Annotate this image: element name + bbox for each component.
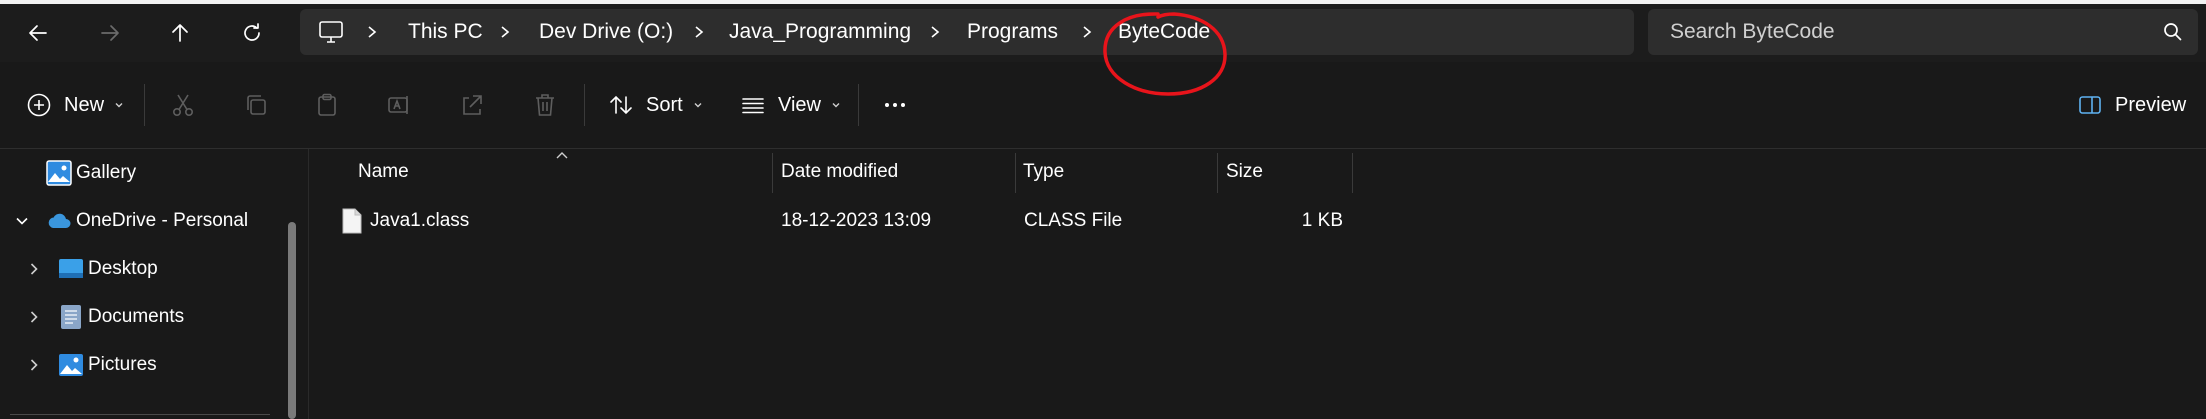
chevron-right-icon[interactable] [24, 259, 44, 279]
refresh-button[interactable] [224, 4, 280, 62]
preview-pane-icon [2079, 96, 2101, 114]
share-button[interactable] [459, 62, 485, 148]
column-header-name[interactable]: Name [358, 149, 768, 195]
rename-icon [388, 96, 408, 114]
view-button[interactable]: View [740, 62, 841, 148]
copy-icon [247, 95, 266, 115]
toolbar-divider [144, 84, 145, 126]
sidebar-item-label: Desktop [88, 258, 158, 279]
file-list: Name Date modified Type Size Java1.class… [310, 149, 2206, 419]
toolbar-divider [858, 84, 859, 126]
paste-button[interactable] [314, 62, 340, 148]
up-button[interactable] [152, 4, 208, 62]
chevron-right-icon[interactable] [928, 9, 942, 55]
chevron-right-icon[interactable] [24, 355, 44, 375]
sidebar-item-label: OneDrive - Personal [76, 210, 249, 231]
more-horizontal-icon [885, 103, 905, 107]
command-bar: New Sort View Preview [0, 62, 2206, 149]
column-header-type[interactable]: Type [1023, 149, 1213, 195]
sidebar-item-desktop[interactable]: Desktop [0, 247, 280, 291]
chevron-down-icon [694, 103, 702, 108]
breadcrumb-item-programs[interactable]: Programs [967, 9, 1058, 55]
preview-button[interactable]: Preview [2077, 62, 2186, 148]
toolbar-divider [584, 84, 585, 126]
file-type: CLASS File [1024, 210, 1123, 231]
navigation-pane: Gallery OneDrive - Personal Desktop Docu… [0, 149, 296, 419]
share-icon [463, 95, 482, 115]
sidebar-scrollbar[interactable] [288, 222, 296, 419]
table-row[interactable]: Java1.class 18-12-2023 13:09 CLASS File … [310, 201, 1640, 241]
chevron-right-icon[interactable] [365, 9, 379, 55]
pictures-folder-icon [59, 354, 83, 376]
view-button-label: View [778, 93, 821, 116]
sort-button-label: Sort [646, 93, 683, 116]
copy-button[interactable] [243, 62, 269, 148]
sidebar-divider [10, 414, 270, 415]
file-date-modified: 18-12-2023 13:09 [781, 210, 932, 231]
sidebar-item-label: Documents [88, 306, 185, 327]
search-input[interactable] [1648, 9, 2128, 55]
sidebar-item-gallery[interactable]: Gallery [0, 151, 280, 195]
search-box[interactable] [1648, 9, 2198, 55]
column-divider[interactable] [1352, 153, 1353, 193]
sidebar-item-label: Pictures [88, 354, 157, 375]
file-icon [342, 208, 362, 234]
back-button[interactable] [10, 4, 66, 62]
new-button-label: New [64, 93, 105, 116]
column-divider[interactable] [1217, 153, 1218, 193]
chevron-right-icon[interactable] [1080, 9, 1094, 55]
breadcrumb-item-java-programming[interactable]: Java_Programming [729, 9, 911, 55]
file-size: 1 KB [1301, 210, 1343, 231]
desktop-folder-icon [59, 259, 83, 278]
cloud-icon [48, 213, 71, 228]
sidebar-item-documents[interactable]: Documents [0, 295, 280, 339]
breadcrumb-root[interactable] [318, 9, 344, 55]
breadcrumb-item-this-pc[interactable]: This PC [408, 9, 483, 55]
gallery-icon [46, 160, 72, 186]
chevron-right-icon[interactable] [692, 9, 706, 55]
new-button[interactable]: New [26, 62, 124, 148]
view-lines-icon [742, 98, 764, 114]
address-bar-row: This PC Dev Drive (O:) Java_Programming … [0, 4, 2206, 62]
sort-button[interactable]: Sort [608, 62, 703, 148]
monitor-icon [319, 21, 343, 43]
preview-button-label: Preview [2115, 93, 2187, 116]
column-header-size[interactable]: Size [1226, 149, 1346, 195]
delete-button[interactable] [532, 62, 558, 148]
file-name: Java1.class [370, 210, 470, 231]
arrow-up-icon [172, 24, 188, 42]
cut-button[interactable] [170, 62, 196, 148]
trash-icon [536, 94, 554, 116]
chevron-down-icon [832, 103, 840, 108]
chevron-down-icon[interactable] [12, 211, 32, 231]
forward-button[interactable] [82, 4, 138, 62]
plus-circle-icon [27, 93, 51, 117]
chevron-right-icon[interactable] [498, 9, 512, 55]
address-bar[interactable]: This PC Dev Drive (O:) Java_Programming … [300, 9, 1634, 55]
clipboard-icon [318, 93, 336, 116]
refresh-icon [244, 23, 260, 41]
breadcrumb-item-bytecode[interactable]: ByteCode [1118, 9, 1210, 55]
sort-icon [610, 95, 632, 115]
column-divider[interactable] [1015, 153, 1016, 193]
breadcrumb-item-dev-drive[interactable]: Dev Drive (O:) [539, 9, 673, 55]
arrow-right-icon [101, 25, 119, 41]
sidebar-item-label: Gallery [76, 162, 137, 183]
column-header-date-modified[interactable]: Date modified [781, 149, 1011, 195]
rename-button[interactable] [386, 62, 412, 148]
more-options-button[interactable] [882, 62, 908, 148]
arrow-left-icon [29, 25, 47, 41]
scissors-icon [172, 94, 194, 116]
chevron-right-icon[interactable] [24, 307, 44, 327]
chevron-down-icon [115, 103, 123, 108]
sidebar-item-onedrive[interactable]: OneDrive - Personal [0, 199, 280, 243]
search-icon[interactable] [2162, 21, 2184, 43]
documents-folder-icon [61, 305, 81, 329]
sidebar-item-pictures[interactable]: Pictures [0, 343, 280, 387]
column-divider[interactable] [772, 153, 773, 193]
pane-divider[interactable] [308, 149, 309, 419]
